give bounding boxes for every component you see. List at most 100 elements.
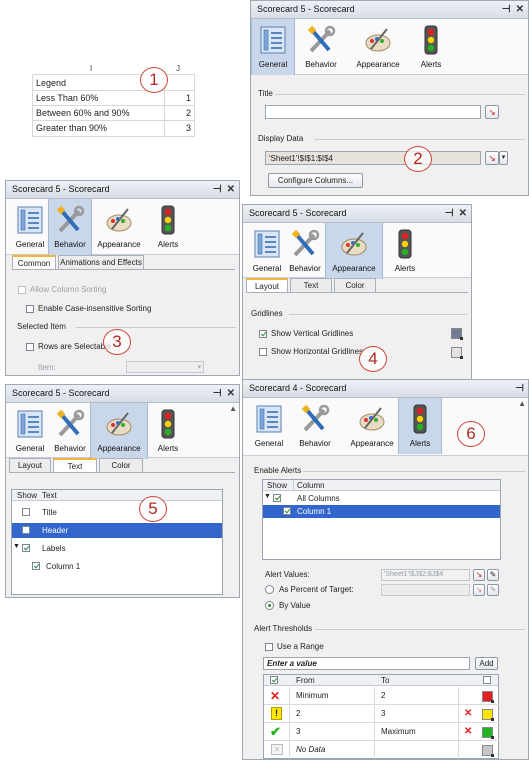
- tab-alerts[interactable]: Alerts: [383, 223, 427, 279]
- tab-appearance[interactable]: Appearance: [90, 199, 148, 255]
- display-data-formula-button[interactable]: ↘: [485, 151, 499, 165]
- delete-row-icon[interactable]: ✕: [464, 726, 472, 737]
- title-formula-button[interactable]: ↘: [485, 105, 499, 119]
- tab-general[interactable]: General: [8, 199, 52, 255]
- callout-badge: 6: [457, 421, 485, 447]
- appearance-icon: [357, 404, 387, 434]
- case-sorting-checkbox[interactable]: [26, 305, 34, 313]
- threshold-color-green[interactable]: [482, 727, 494, 739]
- close-icon[interactable]: ✕: [459, 208, 467, 219]
- tab-appearance[interactable]: Appearance: [90, 403, 148, 459]
- alert-values-edit-button[interactable]: ✎: [487, 569, 499, 581]
- subtab-animations[interactable]: Animations and Effects: [58, 255, 144, 269]
- pin-icon[interactable]: ⊣: [213, 184, 222, 195]
- horizontal-gridline-color[interactable]: [451, 347, 463, 359]
- alert-values-input[interactable]: 'Sheet1'!$J$2:$J$4: [381, 569, 470, 581]
- rows-selectable-checkbox[interactable]: [26, 343, 34, 351]
- expand-arrow-icon[interactable]: ▼: [264, 493, 271, 500]
- tab-alerts[interactable]: Alerts: [398, 398, 442, 454]
- use-range-checkbox[interactable]: [265, 643, 273, 651]
- tab-appearance[interactable]: Appearance: [349, 19, 407, 75]
- tab-behavior[interactable]: Behavior: [299, 19, 343, 75]
- threshold-row[interactable]: ✔ 3 Maximum ✕: [264, 724, 498, 741]
- callout-badge: 1: [140, 67, 168, 93]
- tab-behavior[interactable]: Behavior: [48, 199, 92, 255]
- close-icon[interactable]: ✕: [516, 4, 524, 15]
- threshold-color-gray[interactable]: [482, 745, 494, 757]
- list-item[interactable]: Title: [12, 506, 222, 518]
- subtab-text[interactable]: Text: [290, 278, 332, 292]
- threshold-row[interactable]: ✕ No Data: [264, 742, 498, 759]
- enter-value-input[interactable]: Enter a value: [263, 657, 470, 670]
- subtab-text[interactable]: Text: [53, 458, 97, 473]
- tab-general[interactable]: General: [8, 403, 52, 459]
- scroll-up-arrow[interactable]: ▲: [518, 399, 526, 408]
- show-checkbox[interactable]: [32, 562, 40, 570]
- subtab-layout[interactable]: Layout: [9, 458, 51, 472]
- pin-icon[interactable]: ⊣: [515, 383, 524, 394]
- horizontal-gridlines-label: Show Horizontal Gridlines: [271, 347, 364, 356]
- show-checkbox[interactable]: [22, 526, 30, 534]
- tab-alerts[interactable]: Alerts: [146, 403, 190, 459]
- vertical-gridlines-checkbox[interactable]: [259, 330, 267, 338]
- list-item[interactable]: ▼ All Columns: [263, 492, 500, 504]
- appearance-icon: [104, 409, 134, 439]
- pin-icon[interactable]: ⊣: [445, 208, 454, 219]
- ribbon-tabs: General Behavior Appearance Alerts: [243, 223, 471, 279]
- vertical-gridline-color[interactable]: [451, 328, 463, 340]
- grid-header: From To: [264, 675, 498, 686]
- green-check-icon: ✔: [270, 724, 281, 739]
- scroll-up-arrow[interactable]: ▲: [229, 404, 237, 413]
- threshold-row[interactable]: ! 2 3 ✕: [264, 706, 498, 723]
- subtab-color[interactable]: Color: [99, 458, 143, 472]
- show-checkbox[interactable]: [22, 544, 30, 552]
- tab-appearance[interactable]: Appearance: [325, 223, 383, 279]
- subtab-layout[interactable]: Layout: [246, 278, 288, 293]
- threshold-row[interactable]: ✕ Minimum 2: [264, 688, 498, 705]
- tab-behavior[interactable]: Behavior: [293, 398, 337, 454]
- by-value-label: By Value: [279, 601, 311, 610]
- title-input[interactable]: [265, 105, 481, 119]
- subtab-common[interactable]: Common: [12, 255, 56, 270]
- callout-badge: 2: [404, 146, 432, 172]
- as-percent-radio[interactable]: [265, 585, 274, 594]
- ribbon-tabs: General Behavior Appearance Alerts: [6, 403, 239, 459]
- threshold-color-yellow[interactable]: [482, 709, 494, 721]
- behavior-icon: [55, 205, 85, 235]
- tab-alerts[interactable]: Alerts: [409, 19, 453, 75]
- alerts-icon: [390, 229, 420, 259]
- configure-columns-button[interactable]: Configure Columns...: [268, 173, 363, 188]
- header-color-checkbox[interactable]: [483, 676, 491, 684]
- panel-general: Scorecard 5 - Scorecard ⊣ ✕ General Behav…: [250, 0, 529, 196]
- select-all-checkbox[interactable]: [270, 676, 278, 684]
- tab-general[interactable]: General: [251, 19, 295, 75]
- by-value-radio[interactable]: [265, 601, 274, 610]
- horizontal-gridlines-checkbox[interactable]: [259, 348, 267, 356]
- add-threshold-button[interactable]: Add: [475, 657, 498, 670]
- tab-general[interactable]: General: [247, 398, 291, 454]
- pin-icon[interactable]: ⊣: [213, 388, 222, 399]
- expand-arrow-icon[interactable]: ▼: [13, 543, 20, 550]
- tab-behavior[interactable]: Behavior: [48, 403, 92, 459]
- tab-behavior[interactable]: Behavior: [283, 223, 327, 279]
- red-x-icon: ✕: [270, 689, 281, 703]
- alert-values-formula-button[interactable]: ↘: [473, 569, 485, 581]
- list-item-selected[interactable]: Header: [12, 523, 222, 538]
- tab-alerts[interactable]: Alerts: [146, 199, 190, 255]
- pin-icon[interactable]: ⊣: [502, 4, 511, 15]
- panel-title: Scorecard 5 - Scorecard: [12, 184, 110, 194]
- list-item[interactable]: ▼ Labels: [12, 542, 222, 554]
- display-data-dropdown[interactable]: ▾: [499, 151, 508, 165]
- tab-appearance[interactable]: Appearance: [343, 398, 401, 454]
- delete-row-icon[interactable]: ✕: [464, 708, 472, 719]
- list-item-selected[interactable]: Column 1: [263, 505, 500, 518]
- close-icon[interactable]: ✕: [227, 184, 235, 195]
- threshold-color-red[interactable]: [482, 691, 494, 703]
- close-icon[interactable]: ✕: [227, 388, 235, 399]
- show-checkbox[interactable]: [22, 508, 30, 516]
- list-item[interactable]: Column 1: [12, 560, 222, 572]
- display-data-input[interactable]: 'Sheet1'!$I$1:$I$4: [265, 151, 481, 165]
- show-checkbox[interactable]: [273, 494, 281, 502]
- subtab-color[interactable]: Color: [334, 278, 376, 292]
- show-checkbox[interactable]: [283, 507, 291, 515]
